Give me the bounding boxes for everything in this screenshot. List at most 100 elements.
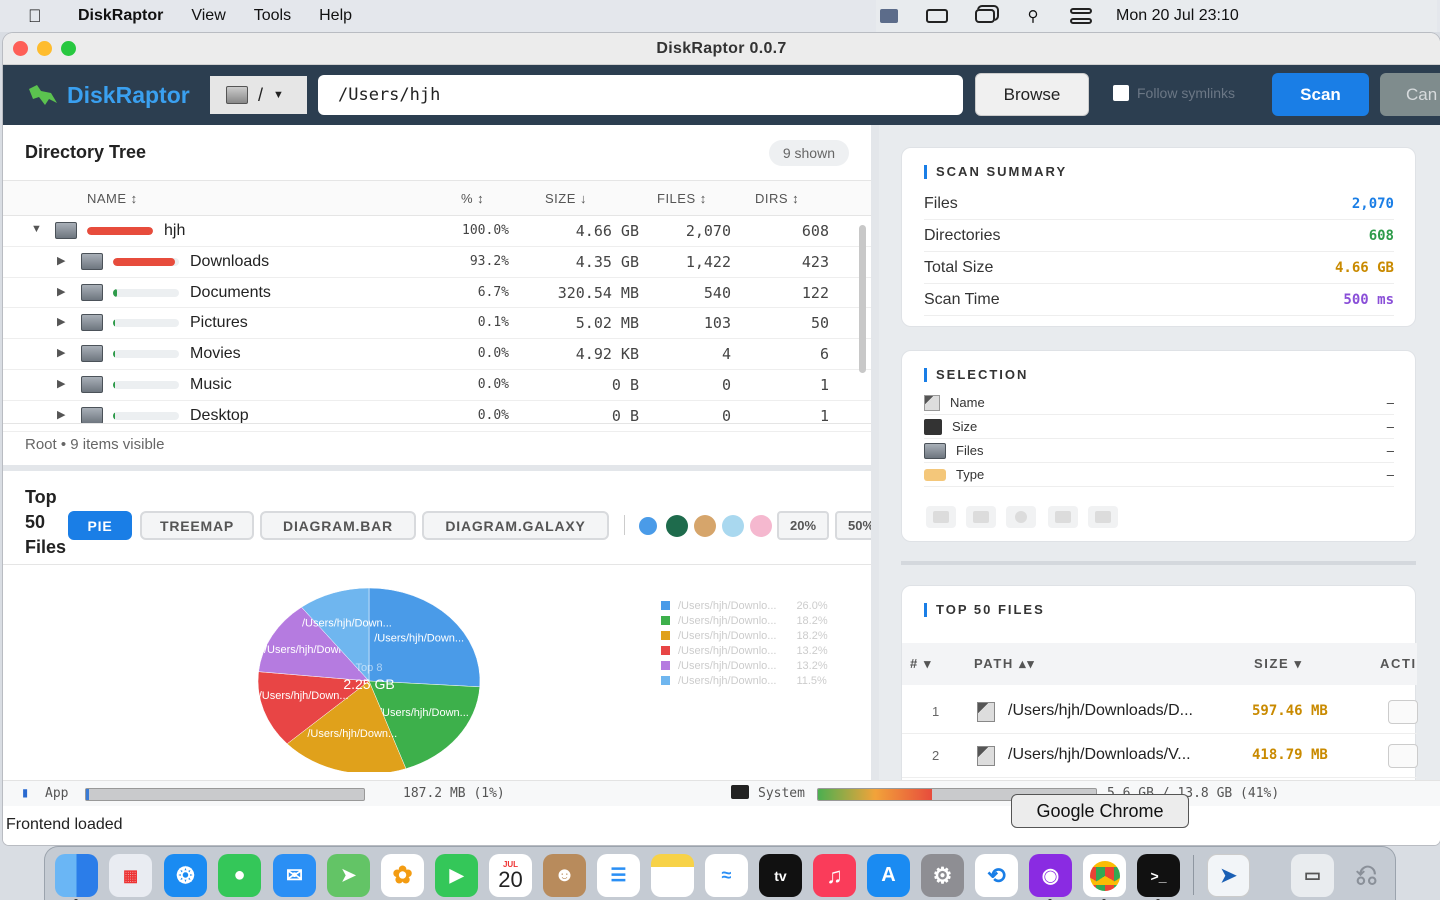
- legend-item[interactable]: /Users/hjh/Downlo... 13.2%: [661, 658, 828, 673]
- chevron-right-icon[interactable]: ▶: [57, 254, 65, 267]
- search-icon[interactable]: ⚲: [1020, 7, 1046, 25]
- pie-chart[interactable]: /Users/hjh/Down... /Users/hjh/Down... /Use…: [3, 566, 643, 772]
- legend-item[interactable]: /Users/hjh/Downlo... 18.2%: [661, 628, 828, 643]
- open-folder-icon[interactable]: [926, 506, 956, 528]
- top-file-row[interactable]: 2/Users/hjh/Downloads/V... 418.79 MB: [902, 734, 1418, 778]
- messages-icon[interactable]: ●: [218, 854, 261, 897]
- color-swatch[interactable]: [666, 515, 688, 537]
- photos-icon[interactable]: ✿: [381, 854, 424, 897]
- column-path[interactable]: PATH ▴▾: [974, 656, 1035, 672]
- chevron-right-icon[interactable]: ▶: [57, 285, 65, 298]
- system-settings-icon[interactable]: ⚙: [921, 854, 964, 897]
- tab-pie[interactable]: PIE: [68, 511, 132, 540]
- column-name[interactable]: NAME ↕: [87, 191, 138, 206]
- tree-row[interactable]: ▼ hjh 100.0% 4.66 GB 2,070 608: [3, 216, 871, 247]
- legend-item[interactable]: /Users/hjh/Downlo... 11.5%: [661, 673, 828, 688]
- app-store-icon[interactable]: A: [867, 854, 910, 897]
- vertical-splitter[interactable]: [871, 125, 879, 780]
- summary-row: Scan Time 500 ms: [924, 284, 1394, 316]
- chevron-right-icon[interactable]: ▶: [57, 315, 65, 328]
- right-splitter[interactable]: [901, 561, 1416, 565]
- tab-diagram-galaxy[interactable]: DIAGRAM.GALAXY: [422, 511, 609, 540]
- calendar-icon[interactable]: JUL 20: [489, 854, 532, 897]
- diskraptor-dock-icon[interactable]: ➤: [1207, 854, 1250, 897]
- vscode-icon[interactable]: ⟲: [975, 854, 1018, 897]
- tree-scrollbar[interactable]: [859, 225, 866, 373]
- legend-item[interactable]: /Users/hjh/Downlo... 26.0%: [661, 598, 828, 613]
- follow-symlinks-checkbox[interactable]: [1113, 85, 1129, 101]
- color-swatch[interactable]: [722, 515, 744, 537]
- copy-icon[interactable]: [1048, 506, 1078, 528]
- tree-row[interactable]: ▶ Downloads 93.2% 4.35 GB 1,422 423: [3, 247, 871, 278]
- facetime-icon[interactable]: ▶: [435, 854, 478, 897]
- column-files[interactable]: FILES ↕: [657, 191, 707, 206]
- color-swatch[interactable]: [750, 515, 772, 537]
- file-action-button[interactable]: [1388, 700, 1418, 724]
- reminders-icon[interactable]: ☰: [597, 854, 640, 897]
- trash-icon[interactable]: [1088, 506, 1118, 528]
- control-center-icon[interactable]: [1068, 7, 1094, 25]
- reveal-icon[interactable]: [1006, 506, 1036, 528]
- window-title: DiskRaptor 0.0.7: [656, 39, 787, 57]
- tree-row[interactable]: ▶ Pictures 0.1% 5.02 MB 103 50: [3, 308, 871, 340]
- browse-button[interactable]: Browse: [975, 73, 1089, 116]
- terminal-icon[interactable]: >_: [1137, 854, 1180, 897]
- file-action-button[interactable]: [1388, 744, 1418, 768]
- notes-icon[interactable]: [651, 854, 694, 897]
- follow-symlinks-toggle[interactable]: Follow symlinks: [1113, 85, 1235, 101]
- display-icon[interactable]: [924, 7, 950, 25]
- menu-tools[interactable]: Tools: [254, 7, 291, 25]
- tree-row[interactable]: ▶ Documents 6.7% 320.54 MB 540 122: [3, 278, 871, 309]
- tab-treemap[interactable]: TREEMAP: [140, 511, 254, 540]
- top-file-row[interactable]: 1/Users/hjh/Downloads/D... 597.46 MB: [902, 690, 1418, 734]
- tree-row[interactable]: ▶ Music 0.0% 0 B 0 1: [3, 370, 871, 401]
- menu-view[interactable]: View: [191, 7, 225, 25]
- column-rank[interactable]: # ▾: [910, 656, 932, 672]
- chrome-icon[interactable]: [1083, 854, 1126, 897]
- top-files-header: # ▾ PATH ▴▾ SIZE ▾ ACTI: [902, 643, 1417, 685]
- tree-item-dirs: 122: [801, 283, 829, 302]
- column-file-size[interactable]: SIZE ▾: [1254, 656, 1303, 672]
- music-icon[interactable]: ♫: [813, 854, 856, 897]
- freeform-icon[interactable]: ≈: [705, 854, 748, 897]
- tree-body: ▼ hjh 100.0% 4.66 GB 2,070 608 ▶ Downloads 93.2%…: [3, 216, 871, 432]
- chevron-right-icon[interactable]: ▶: [57, 377, 65, 390]
- menu-app-name[interactable]: DiskRaptor: [78, 7, 163, 25]
- tab-diagram-bar[interactable]: DIAGRAM.BAR: [260, 511, 416, 540]
- legend-item[interactable]: /Users/hjh/Downlo... 13.2%: [661, 643, 828, 658]
- screen-mirroring-icon[interactable]: [972, 7, 998, 25]
- launchpad-icon[interactable]: ▦: [109, 854, 152, 897]
- save-icon[interactable]: [966, 506, 996, 528]
- safari-icon[interactable]: ❂: [164, 854, 207, 897]
- column-size[interactable]: SIZE ↓: [545, 191, 587, 206]
- legend-item[interactable]: /Users/hjh/Downlo... 18.2%: [661, 613, 828, 628]
- chevron-down-icon[interactable]: ▼: [31, 223, 42, 235]
- contacts-icon[interactable]: ☻: [543, 854, 586, 897]
- github-desktop-icon[interactable]: ◉: [1029, 854, 1072, 897]
- column-dirs[interactable]: DIRS ↕: [755, 191, 799, 206]
- column-percent[interactable]: % ↕: [461, 191, 484, 206]
- chevron-right-icon[interactable]: ▶: [57, 346, 65, 359]
- drive-select[interactable]: / ▼: [210, 76, 307, 114]
- finder-icon[interactable]: [55, 854, 98, 897]
- mail-icon[interactable]: ✉: [273, 854, 316, 897]
- tree-row[interactable]: ▶ Movies 0.0% 4.92 KB 4 6: [3, 339, 871, 370]
- menu-clock[interactable]: Mon 20 Jul 23:10: [1116, 7, 1239, 25]
- legend-swatch: [661, 616, 670, 625]
- color-swatch[interactable]: [694, 515, 716, 537]
- scan-button[interactable]: Scan: [1272, 73, 1369, 116]
- keyboard-input-icon[interactable]: [876, 7, 902, 25]
- trash-dock-icon[interactable]: ⎌: [1345, 854, 1388, 897]
- cancel-button[interactable]: Can: [1380, 73, 1440, 116]
- summary-label: Scan Time: [924, 290, 1000, 308]
- maps-icon[interactable]: ➤: [327, 854, 370, 897]
- apple-tv-icon[interactable]: tv: [759, 854, 802, 897]
- path-input[interactable]: [318, 75, 963, 115]
- menu-help[interactable]: Help: [319, 7, 352, 25]
- selection-row: Size –: [924, 415, 1394, 439]
- downloads-stack-icon[interactable]: ▭: [1291, 854, 1334, 897]
- chevron-right-icon[interactable]: ▶: [57, 408, 65, 421]
- color-swatch[interactable]: [639, 517, 657, 535]
- apple-menu-icon[interactable]: : [28, 6, 64, 27]
- threshold-20-button[interactable]: 20%: [777, 511, 829, 540]
